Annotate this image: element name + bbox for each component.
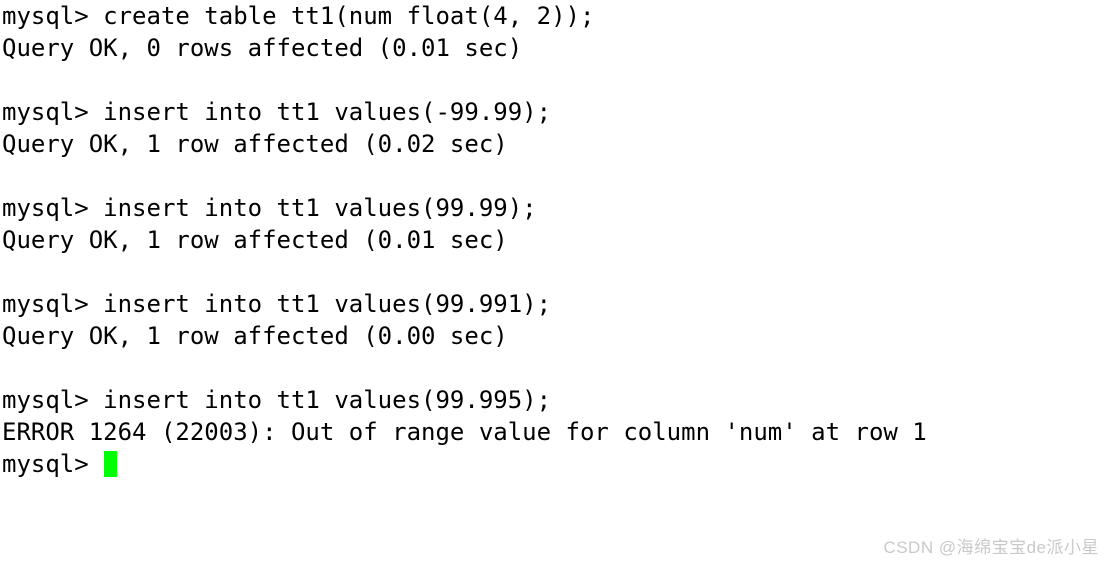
terminal-line-command: mysql> insert into tt1 values(99.991); — [2, 290, 552, 318]
terminal-line-result: Query OK, 0 rows affected (0.01 sec) — [2, 34, 523, 62]
terminal-line-command: mysql> create table tt1(num float(4, 2))… — [2, 2, 595, 30]
terminal-line-command: mysql> insert into tt1 values(-99.99); — [2, 98, 552, 126]
terminal-window[interactable]: mysql> create table tt1(num float(4, 2))… — [0, 0, 1113, 566]
terminal-line-result: Query OK, 1 row affected (0.00 sec) — [2, 322, 508, 350]
prompt-label: mysql> — [2, 450, 104, 478]
csdn-watermark: CSDN @海绵宝宝de派小星 — [883, 538, 1099, 557]
terminal-active-prompt-line[interactable]: mysql> — [2, 448, 1102, 480]
terminal-output: mysql> create table tt1(num float(4, 2))… — [2, 0, 1102, 480]
terminal-line-command: mysql> insert into tt1 values(99.99); — [2, 194, 537, 222]
terminal-line-result: Query OK, 1 row affected (0.02 sec) — [2, 130, 508, 158]
terminal-line-error: ERROR 1264 (22003): Out of range value f… — [2, 418, 927, 446]
text-cursor — [104, 451, 118, 477]
terminal-line-command: mysql> insert into tt1 values(99.995); — [2, 386, 552, 414]
terminal-line-result: Query OK, 1 row affected (0.01 sec) — [2, 226, 508, 254]
